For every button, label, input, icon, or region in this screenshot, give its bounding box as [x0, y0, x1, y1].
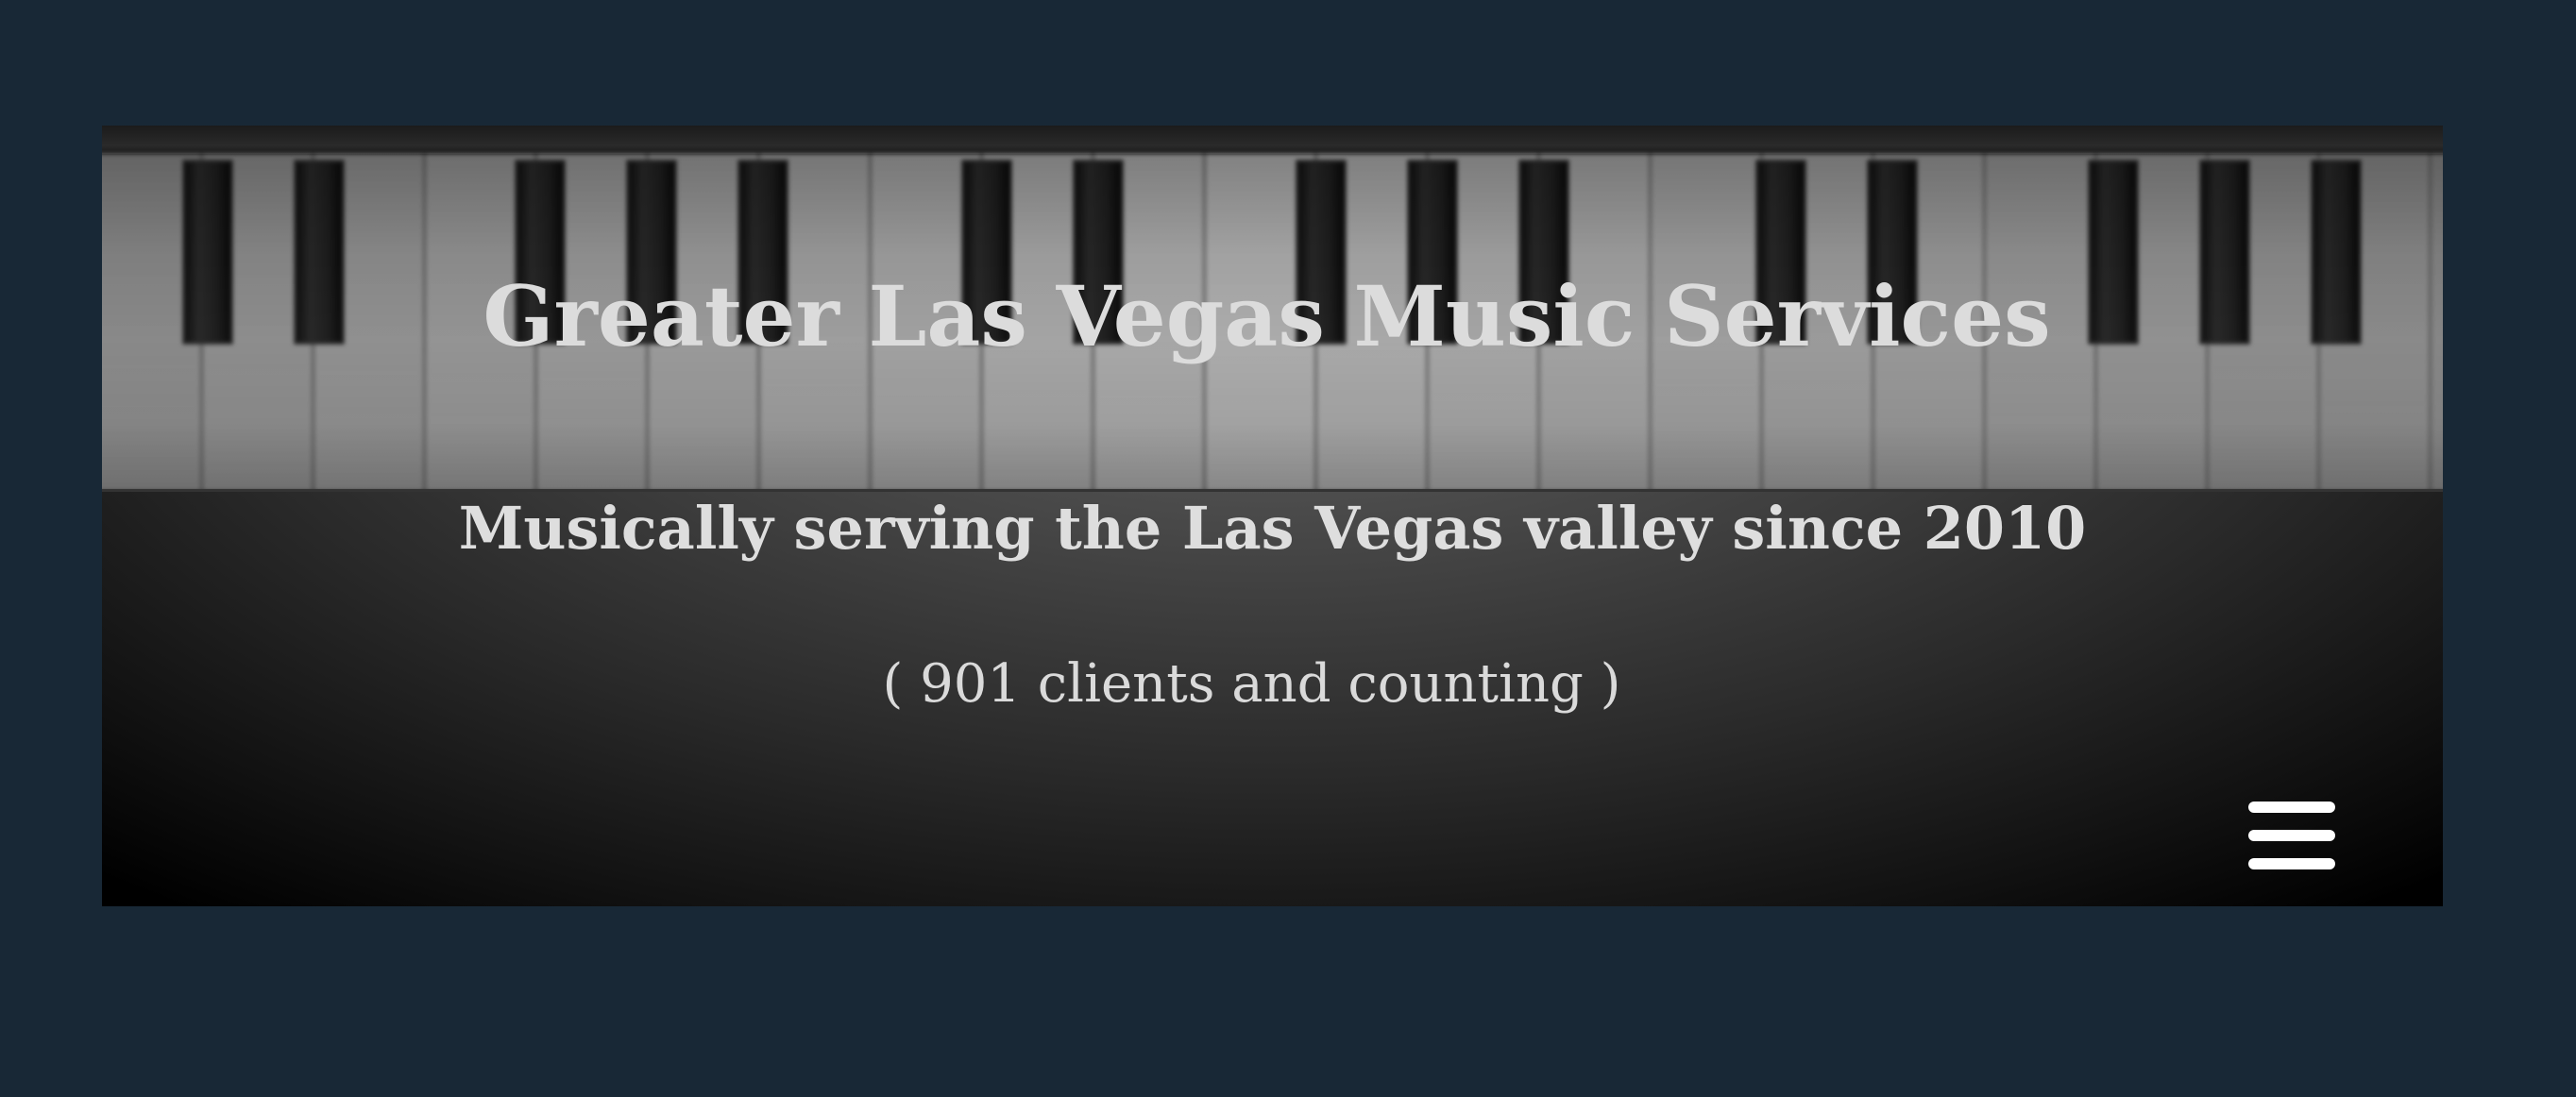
hamburger-menu-icon[interactable]	[2248, 802, 2335, 869]
site-title[interactable]: Greater Las Vegas Music Services	[102, 275, 2437, 358]
client-counter: ( 901 clients and counting )	[882, 653, 1621, 715]
header-banner: Greater Las Vegas Music Services Musical…	[102, 126, 2443, 906]
site-tagline: Musically serving the Las Vegas valley s…	[458, 494, 2087, 563]
